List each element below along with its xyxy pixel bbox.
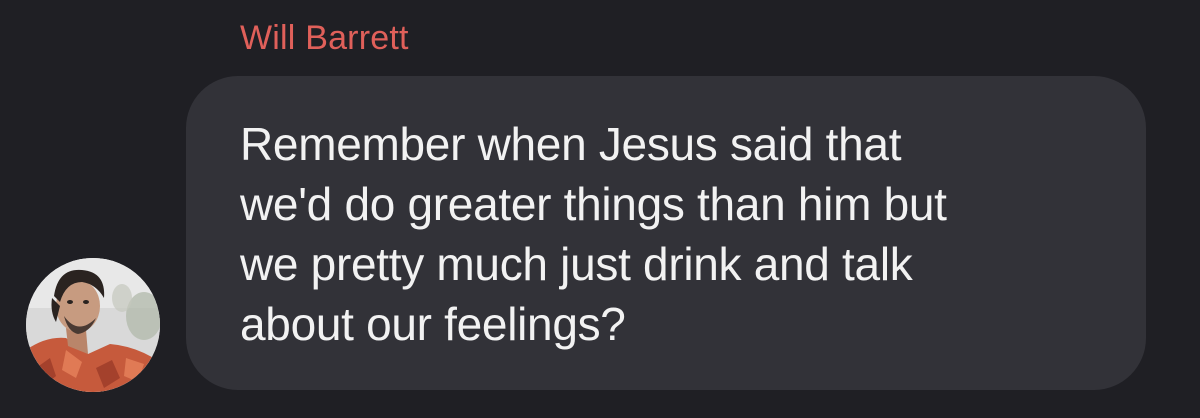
sender-avatar[interactable] — [26, 258, 160, 392]
chat-message-row: Will Barrett Remember when Jesus said th… — [0, 0, 1200, 418]
sender-name[interactable]: Will Barrett — [240, 18, 409, 58]
message-bubble[interactable]: Remember when Jesus said that we'd do gr… — [186, 76, 1146, 390]
avatar-photo-icon — [26, 258, 160, 392]
message-text: Remember when Jesus said that we'd do gr… — [240, 118, 947, 350]
